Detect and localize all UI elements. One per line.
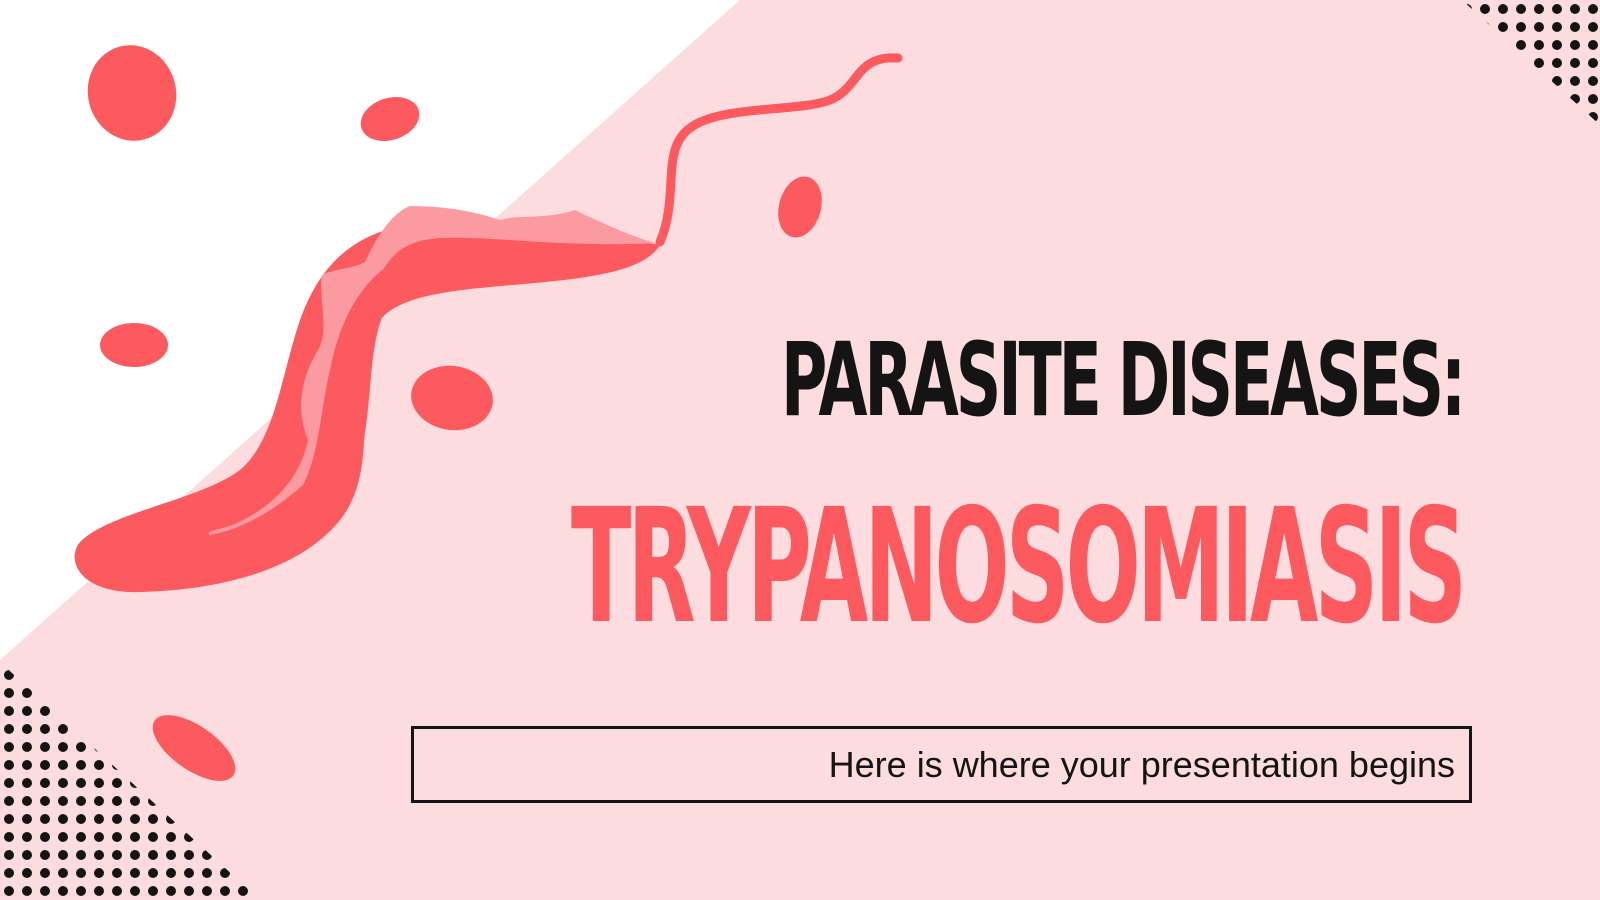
blood-cell — [87, 45, 177, 141]
title-line-2: TRYPANOSOMIASIS — [570, 475, 1467, 659]
blood-cell — [100, 323, 168, 367]
subtitle-box: Here is where your presentation begins — [411, 726, 1472, 803]
subtitle-text: Here is where your presentation begins — [828, 743, 1455, 785]
title-line-1: PARASITE DISEASES: — [780, 321, 1466, 440]
title-slide: PARASITE DISEASES: TRYPANOSOMIASIS Here … — [0, 0, 1600, 900]
blood-cell — [360, 96, 420, 142]
